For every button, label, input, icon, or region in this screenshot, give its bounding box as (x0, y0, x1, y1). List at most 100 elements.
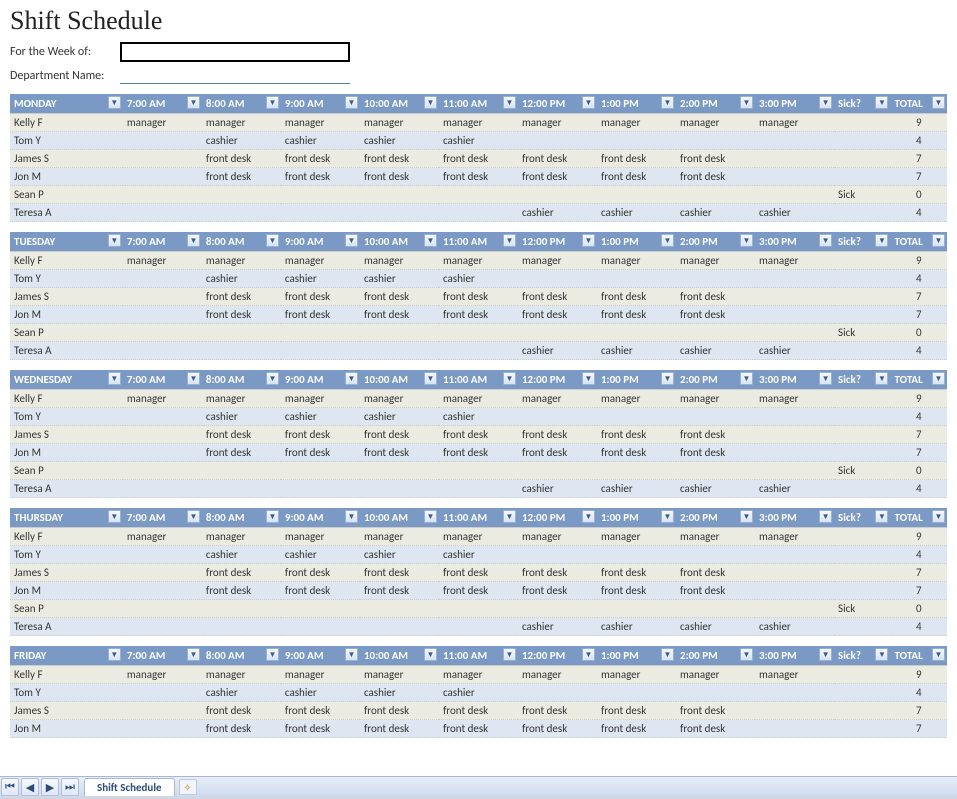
shift-cell[interactable] (360, 342, 439, 360)
sheet-nav-last[interactable]: ⏭ (61, 778, 79, 796)
filter-dropdown-icon[interactable]: ▼ (424, 648, 437, 661)
column-header-time-8[interactable]: 3:00 PM▼ (755, 232, 834, 252)
shift-cell[interactable] (597, 132, 676, 150)
employee-name[interactable]: Kelly F (10, 390, 123, 408)
filter-dropdown-icon[interactable]: ▼ (740, 96, 753, 109)
shift-cell[interactable] (123, 306, 202, 324)
shift-cell[interactable] (518, 684, 597, 702)
shift-cell[interactable]: manager (360, 114, 439, 132)
shift-cell[interactable]: manager (281, 390, 360, 408)
filter-dropdown-icon[interactable]: ▼ (345, 96, 358, 109)
shift-cell[interactable]: front desk (439, 582, 518, 600)
shift-cell[interactable]: front desk (360, 582, 439, 600)
shift-cell[interactable]: manager (123, 390, 202, 408)
shift-cell[interactable]: front desk (518, 168, 597, 186)
shift-cell[interactable] (597, 270, 676, 288)
shift-cell[interactable] (755, 324, 834, 342)
column-header-time-2[interactable]: 9:00 AM▼ (281, 508, 360, 528)
shift-cell[interactable] (439, 462, 518, 480)
shift-cell[interactable]: front desk (518, 150, 597, 168)
column-header-total[interactable]: TOTAL▼ (890, 232, 947, 252)
column-header-sick[interactable]: Sick?▼ (834, 370, 890, 390)
shift-cell[interactable] (755, 168, 834, 186)
column-header-time-7[interactable]: 2:00 PM▼ (676, 646, 755, 666)
shift-cell[interactable]: front desk (676, 444, 755, 462)
filter-dropdown-icon[interactable]: ▼ (266, 510, 279, 523)
filter-dropdown-icon[interactable]: ▼ (819, 372, 832, 385)
shift-cell[interactable] (755, 462, 834, 480)
shift-cell[interactable]: front desk (676, 564, 755, 582)
filter-dropdown-icon[interactable]: ▼ (932, 648, 945, 661)
shift-cell[interactable] (518, 600, 597, 618)
column-header-time-0[interactable]: 7:00 AM▼ (123, 508, 202, 528)
shift-cell[interactable]: front desk (281, 306, 360, 324)
filter-dropdown-icon[interactable]: ▼ (819, 96, 832, 109)
shift-cell[interactable]: manager (676, 390, 755, 408)
column-header-time-0[interactable]: 7:00 AM▼ (123, 232, 202, 252)
employee-name[interactable]: Sean P (10, 186, 123, 204)
filter-dropdown-icon[interactable]: ▼ (108, 234, 121, 247)
shift-cell[interactable]: manager (439, 114, 518, 132)
shift-cell[interactable] (755, 684, 834, 702)
filter-dropdown-icon[interactable]: ▼ (345, 648, 358, 661)
sick-cell[interactable] (834, 390, 890, 408)
filter-dropdown-icon[interactable]: ▼ (266, 234, 279, 247)
shift-cell[interactable]: front desk (281, 168, 360, 186)
shift-cell[interactable]: cashier (676, 342, 755, 360)
shift-cell[interactable] (202, 204, 281, 222)
employee-name[interactable]: Kelly F (10, 666, 123, 684)
column-header-total[interactable]: TOTAL▼ (890, 370, 947, 390)
shift-cell[interactable] (202, 618, 281, 636)
employee-name[interactable]: Kelly F (10, 114, 123, 132)
column-header-time-6[interactable]: 1:00 PM▼ (597, 232, 676, 252)
filter-dropdown-icon[interactable]: ▼ (875, 234, 888, 247)
column-header-time-8[interactable]: 3:00 PM▼ (755, 646, 834, 666)
shift-cell[interactable]: front desk (281, 444, 360, 462)
employee-name[interactable]: Tom Y (10, 684, 123, 702)
shift-cell[interactable]: cashier (360, 684, 439, 702)
shift-cell[interactable] (360, 480, 439, 498)
shift-cell[interactable]: cashier (202, 132, 281, 150)
shift-cell[interactable] (123, 684, 202, 702)
column-header-day[interactable]: FRIDAY▼ (10, 646, 123, 666)
shift-cell[interactable]: manager (360, 666, 439, 684)
column-header-time-5[interactable]: 12:00 PM▼ (518, 646, 597, 666)
filter-dropdown-icon[interactable]: ▼ (503, 234, 516, 247)
shift-cell[interactable]: front desk (597, 426, 676, 444)
shift-cell[interactable] (676, 600, 755, 618)
employee-name[interactable]: James S (10, 150, 123, 168)
new-sheet-button[interactable]: ✧ (179, 779, 197, 795)
sick-cell[interactable]: Sick (834, 324, 890, 342)
shift-cell[interactable]: manager (123, 528, 202, 546)
sick-cell[interactable] (834, 582, 890, 600)
filter-dropdown-icon[interactable]: ▼ (932, 372, 945, 385)
shift-cell[interactable]: front desk (360, 564, 439, 582)
shift-cell[interactable] (755, 426, 834, 444)
shift-cell[interactable] (123, 702, 202, 720)
shift-cell[interactable]: manager (439, 390, 518, 408)
shift-cell[interactable] (755, 444, 834, 462)
sick-cell[interactable]: Sick (834, 600, 890, 618)
shift-cell[interactable]: front desk (439, 702, 518, 720)
filter-dropdown-icon[interactable]: ▼ (345, 510, 358, 523)
shift-cell[interactable] (123, 462, 202, 480)
shift-cell[interactable] (123, 270, 202, 288)
employee-name[interactable]: Tom Y (10, 132, 123, 150)
shift-cell[interactable]: manager (202, 114, 281, 132)
column-header-time-4[interactable]: 11:00 AM▼ (439, 508, 518, 528)
shift-cell[interactable]: front desk (202, 564, 281, 582)
sick-cell[interactable] (834, 132, 890, 150)
shift-cell[interactable]: cashier (597, 618, 676, 636)
shift-cell[interactable]: manager (123, 114, 202, 132)
column-header-time-1[interactable]: 8:00 AM▼ (202, 232, 281, 252)
shift-cell[interactable]: front desk (518, 564, 597, 582)
shift-cell[interactable] (123, 600, 202, 618)
shift-cell[interactable] (202, 324, 281, 342)
shift-cell[interactable]: manager (360, 390, 439, 408)
shift-cell[interactable] (676, 462, 755, 480)
shift-cell[interactable]: front desk (281, 702, 360, 720)
shift-cell[interactable]: front desk (597, 444, 676, 462)
shift-cell[interactable] (123, 444, 202, 462)
employee-name[interactable]: Tom Y (10, 408, 123, 426)
shift-cell[interactable] (597, 546, 676, 564)
